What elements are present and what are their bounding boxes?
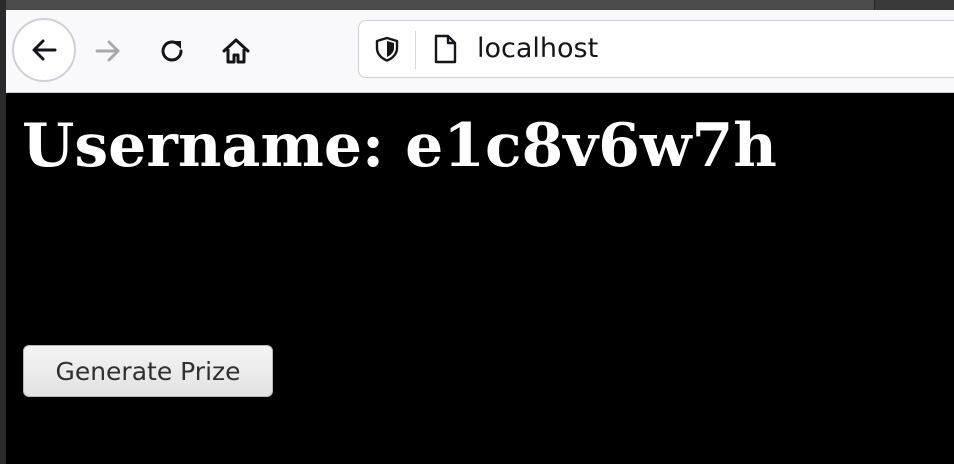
reload-icon (161, 40, 183, 62)
reload-button[interactable] (142, 18, 202, 84)
url-text[interactable]: localhost (477, 33, 598, 65)
back-button[interactable] (12, 18, 76, 82)
arrow-right-icon (95, 40, 120, 62)
page-icon[interactable] (431, 33, 459, 65)
tab[interactable] (478, 0, 875, 10)
urlbar-separator (415, 31, 416, 69)
forward-button[interactable] (78, 18, 138, 84)
home-button[interactable] (206, 18, 266, 84)
home-icon (222, 38, 250, 64)
page-content: Username: e1c8v6w7h Generate Prize (6, 93, 954, 464)
browser-toolbar: localhost (6, 10, 954, 93)
username-heading: Username: e1c8v6w7h (22, 111, 777, 181)
url-bar[interactable]: localhost (358, 20, 954, 78)
arrow-left-icon (32, 39, 57, 61)
tab[interactable] (0, 0, 83, 10)
generate-prize-button[interactable]: Generate Prize (23, 345, 273, 397)
tab-strip (0, 0, 954, 10)
tab[interactable] (82, 0, 479, 10)
browser-window: localhost Username: e1c8v6w7h Generate P… (0, 0, 954, 464)
shield-icon[interactable] (373, 35, 401, 63)
